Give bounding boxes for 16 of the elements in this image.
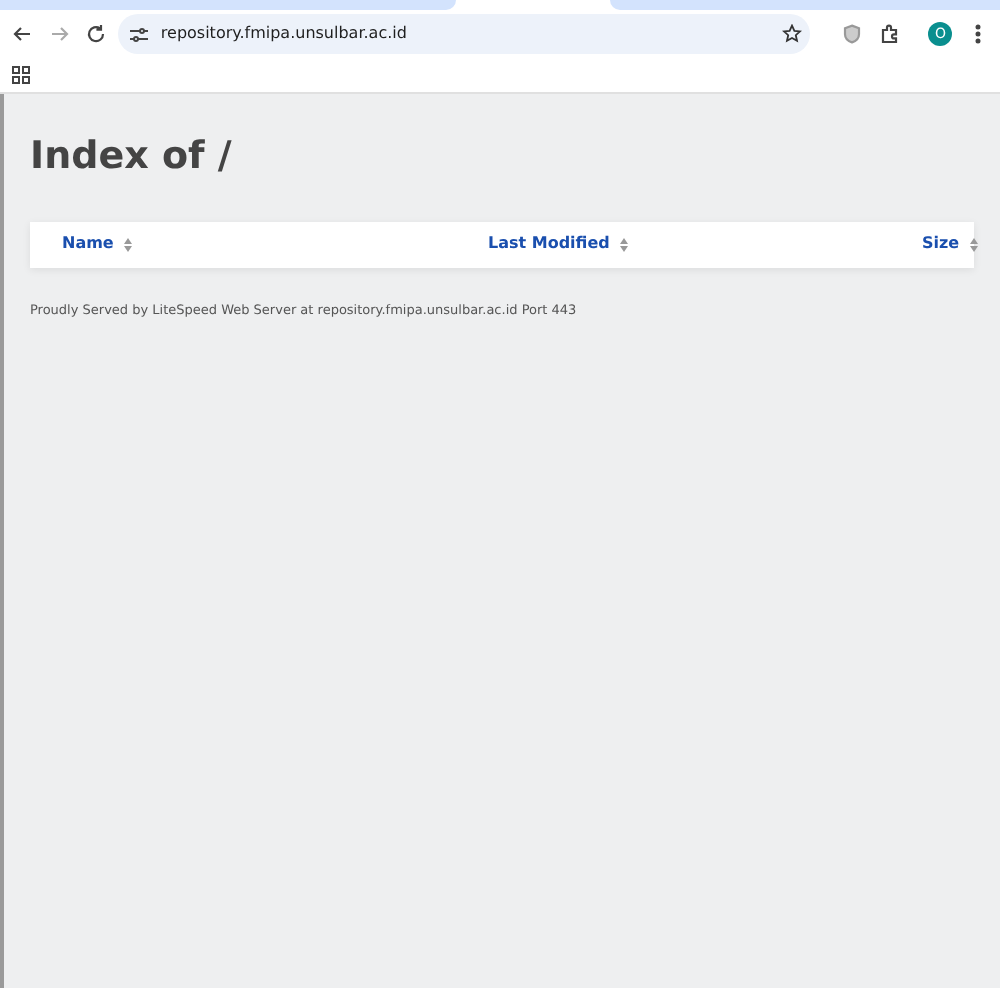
star-icon[interactable] — [782, 24, 803, 44]
puzzle-icon[interactable] — [879, 24, 900, 44]
apps-icon[interactable] — [12, 66, 30, 84]
sort-icon — [619, 237, 628, 252]
reload-icon[interactable] — [86, 24, 107, 44]
column-header[interactable]: Name — [62, 232, 132, 257]
column-header[interactable]: Size — [922, 232, 978, 257]
back-icon[interactable] — [12, 24, 33, 44]
column-header[interactable]: Last Modified — [488, 232, 628, 257]
page-title: Index of / — [30, 134, 232, 180]
sort-icon — [969, 237, 978, 252]
address-bar[interactable]: repository.fmipa.unsulbar.ac.id — [118, 14, 811, 54]
url-text: repository.fmipa.unsulbar.ac.id — [160, 22, 409, 46]
shield-icon[interactable] — [842, 24, 863, 44]
sort-icon — [123, 237, 132, 252]
site-settings-icon[interactable] — [130, 25, 149, 43]
